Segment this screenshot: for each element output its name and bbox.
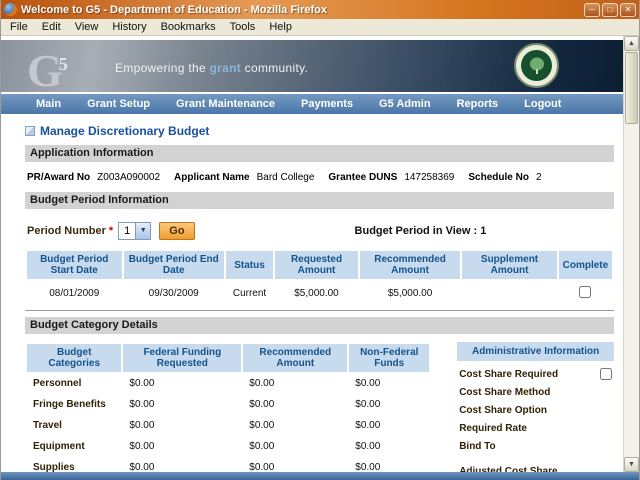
col-start-date: Budget Period Start Date [27,251,122,279]
menu-view[interactable]: View [68,20,106,34]
cost-share-required-checkbox[interactable] [600,368,612,380]
section-budget-period-information: Budget Period Information [25,192,614,209]
period-number-value: 1 [119,225,135,237]
menu-file[interactable]: File [3,20,35,34]
period-number-label: Period Number [27,225,106,237]
col-end-date: Budget Period End Date [124,251,224,279]
col-cat-recommended-amount: Recommended Amount [243,344,347,372]
requested-amount-value: $5,000.00 [275,281,358,307]
nav-grant-maintenance[interactable]: Grant Maintenance [163,98,288,110]
col-federal-funding-requested: Federal Funding Requested [123,344,241,372]
budget-period-row: 08/01/2009 09/30/2009 Current $5,000.00 … [27,281,612,307]
schedule-no-value: 2 [536,172,542,183]
administrative-information-panel: Administrative Information Cost Share Re… [457,342,614,472]
admin-row-required-rate: Required Rate [457,419,614,437]
complete-checkbox[interactable] [579,286,591,298]
nav-logout[interactable]: Logout [511,98,574,110]
administrative-information-heading: Administrative Information [457,342,614,361]
col-complete: Complete [559,251,612,279]
admin-row-cost-share-option: Cost Share Option [457,401,614,419]
applicant-name-label: Applicant Name [174,172,250,183]
menu-bar: File Edit View History Bookmarks Tools H… [1,19,639,36]
pr-award-no-value: Z003A090002 [97,172,160,183]
nav-payments[interactable]: Payments [288,98,366,110]
firefox-window: Welcome to G5 - Department of Education … [0,0,640,480]
admin-row-cost-share-method: Cost Share Method [457,383,614,401]
admin-row-adjusted-cost-share: Adjusted Cost Share [457,462,614,472]
status-value: Current [226,281,273,307]
applicant-name-value: Bard College [257,172,315,183]
supplement-amount-value [462,281,557,307]
start-date-value: 08/01/2009 [27,281,122,307]
col-recommended-amount: Recommended Amount [360,251,460,279]
table-row: Personnel $0.00 $0.00 $0.00 [27,374,429,393]
pr-award-no-label: PR/Award No [27,172,90,183]
menu-history[interactable]: History [105,20,153,34]
schedule-no-label: Schedule No [468,172,529,183]
section-application-information: Application Information [25,145,614,162]
menu-edit[interactable]: Edit [35,20,68,34]
recommended-amount-value: $5,000.00 [360,281,460,307]
window-title: Welcome to G5 - Department of Education … [21,4,580,16]
go-button[interactable]: Go [159,222,194,240]
menu-help[interactable]: Help [262,20,299,34]
col-status: Status [226,251,273,279]
main-nav: Main Grant Setup Grant Maintenance Payme… [1,94,623,114]
tree-icon [528,56,546,76]
close-button[interactable]: ✕ [620,3,636,17]
page-title: Manage Discretionary Budget [40,124,209,138]
g5-logo: G5 [27,40,68,92]
nav-g5-admin[interactable]: G5 Admin [366,98,444,110]
budget-period-table: Budget Period Start Date Budget Period E… [25,249,614,309]
page-viewport: G5 Empowering the grant community. Main … [1,36,623,472]
col-supplement-amount: Supplement Amount [462,251,557,279]
menu-bookmarks[interactable]: Bookmarks [154,20,223,34]
maximize-button[interactable]: □ [602,3,618,17]
banner-tagline: Empowering the grant community. [115,61,308,75]
nav-main[interactable]: Main [23,98,74,110]
vertical-scrollbar[interactable]: ▲ ▼ [623,36,639,472]
window-bottom-border [1,472,639,480]
window-titlebar: Welcome to G5 - Department of Education … [1,0,639,19]
section-budget-category-details: Budget Category Details [25,317,614,334]
table-row: Equipment $0.00 $0.00 $0.00 [27,437,429,456]
scroll-down-icon[interactable]: ▼ [624,457,639,472]
chevron-down-icon[interactable]: ▼ [135,223,150,239]
grantee-duns-value: 147258369 [404,172,454,183]
menu-tools[interactable]: Tools [223,20,263,34]
nav-reports[interactable]: Reports [444,98,512,110]
g5-banner: G5 Empowering the grant community. [1,40,623,92]
scrollbar-track[interactable] [624,125,639,457]
admin-row-bind-to: Bind To [457,437,614,455]
table-row: Travel $0.00 $0.00 $0.00 [27,416,429,435]
firefox-icon [4,3,17,16]
minimize-button[interactable]: ─ [584,3,600,17]
scroll-up-icon[interactable]: ▲ [624,36,639,51]
required-marker: * [109,225,113,237]
table-row: Supplies $0.00 $0.00 $0.00 [27,458,429,472]
grantee-duns-label: Grantee DUNS [328,172,397,183]
col-requested-amount: Requested Amount [275,251,358,279]
scrollbar-thumb[interactable] [625,52,638,124]
budget-period-in-view: Budget Period in View : 1 [355,225,487,237]
nav-grant-setup[interactable]: Grant Setup [74,98,163,110]
application-info-row: PR/Award No Z003A090002 Applicant Name B… [27,172,614,183]
table-row: Fringe Benefits $0.00 $0.00 $0.00 [27,395,429,414]
admin-row-cost-share-required: Cost Share Required [457,365,614,383]
col-budget-categories: Budget Categories [27,344,121,372]
budget-category-table: Budget Categories Federal Funding Reques… [25,342,431,472]
divider [25,310,614,311]
col-non-federal-funds: Non-Federal Funds [349,344,429,372]
period-number-select[interactable]: 1 ▼ [118,222,151,240]
end-date-value: 09/30/2009 [124,281,224,307]
page-title-icon [25,126,35,136]
department-of-education-seal-icon [514,43,559,88]
